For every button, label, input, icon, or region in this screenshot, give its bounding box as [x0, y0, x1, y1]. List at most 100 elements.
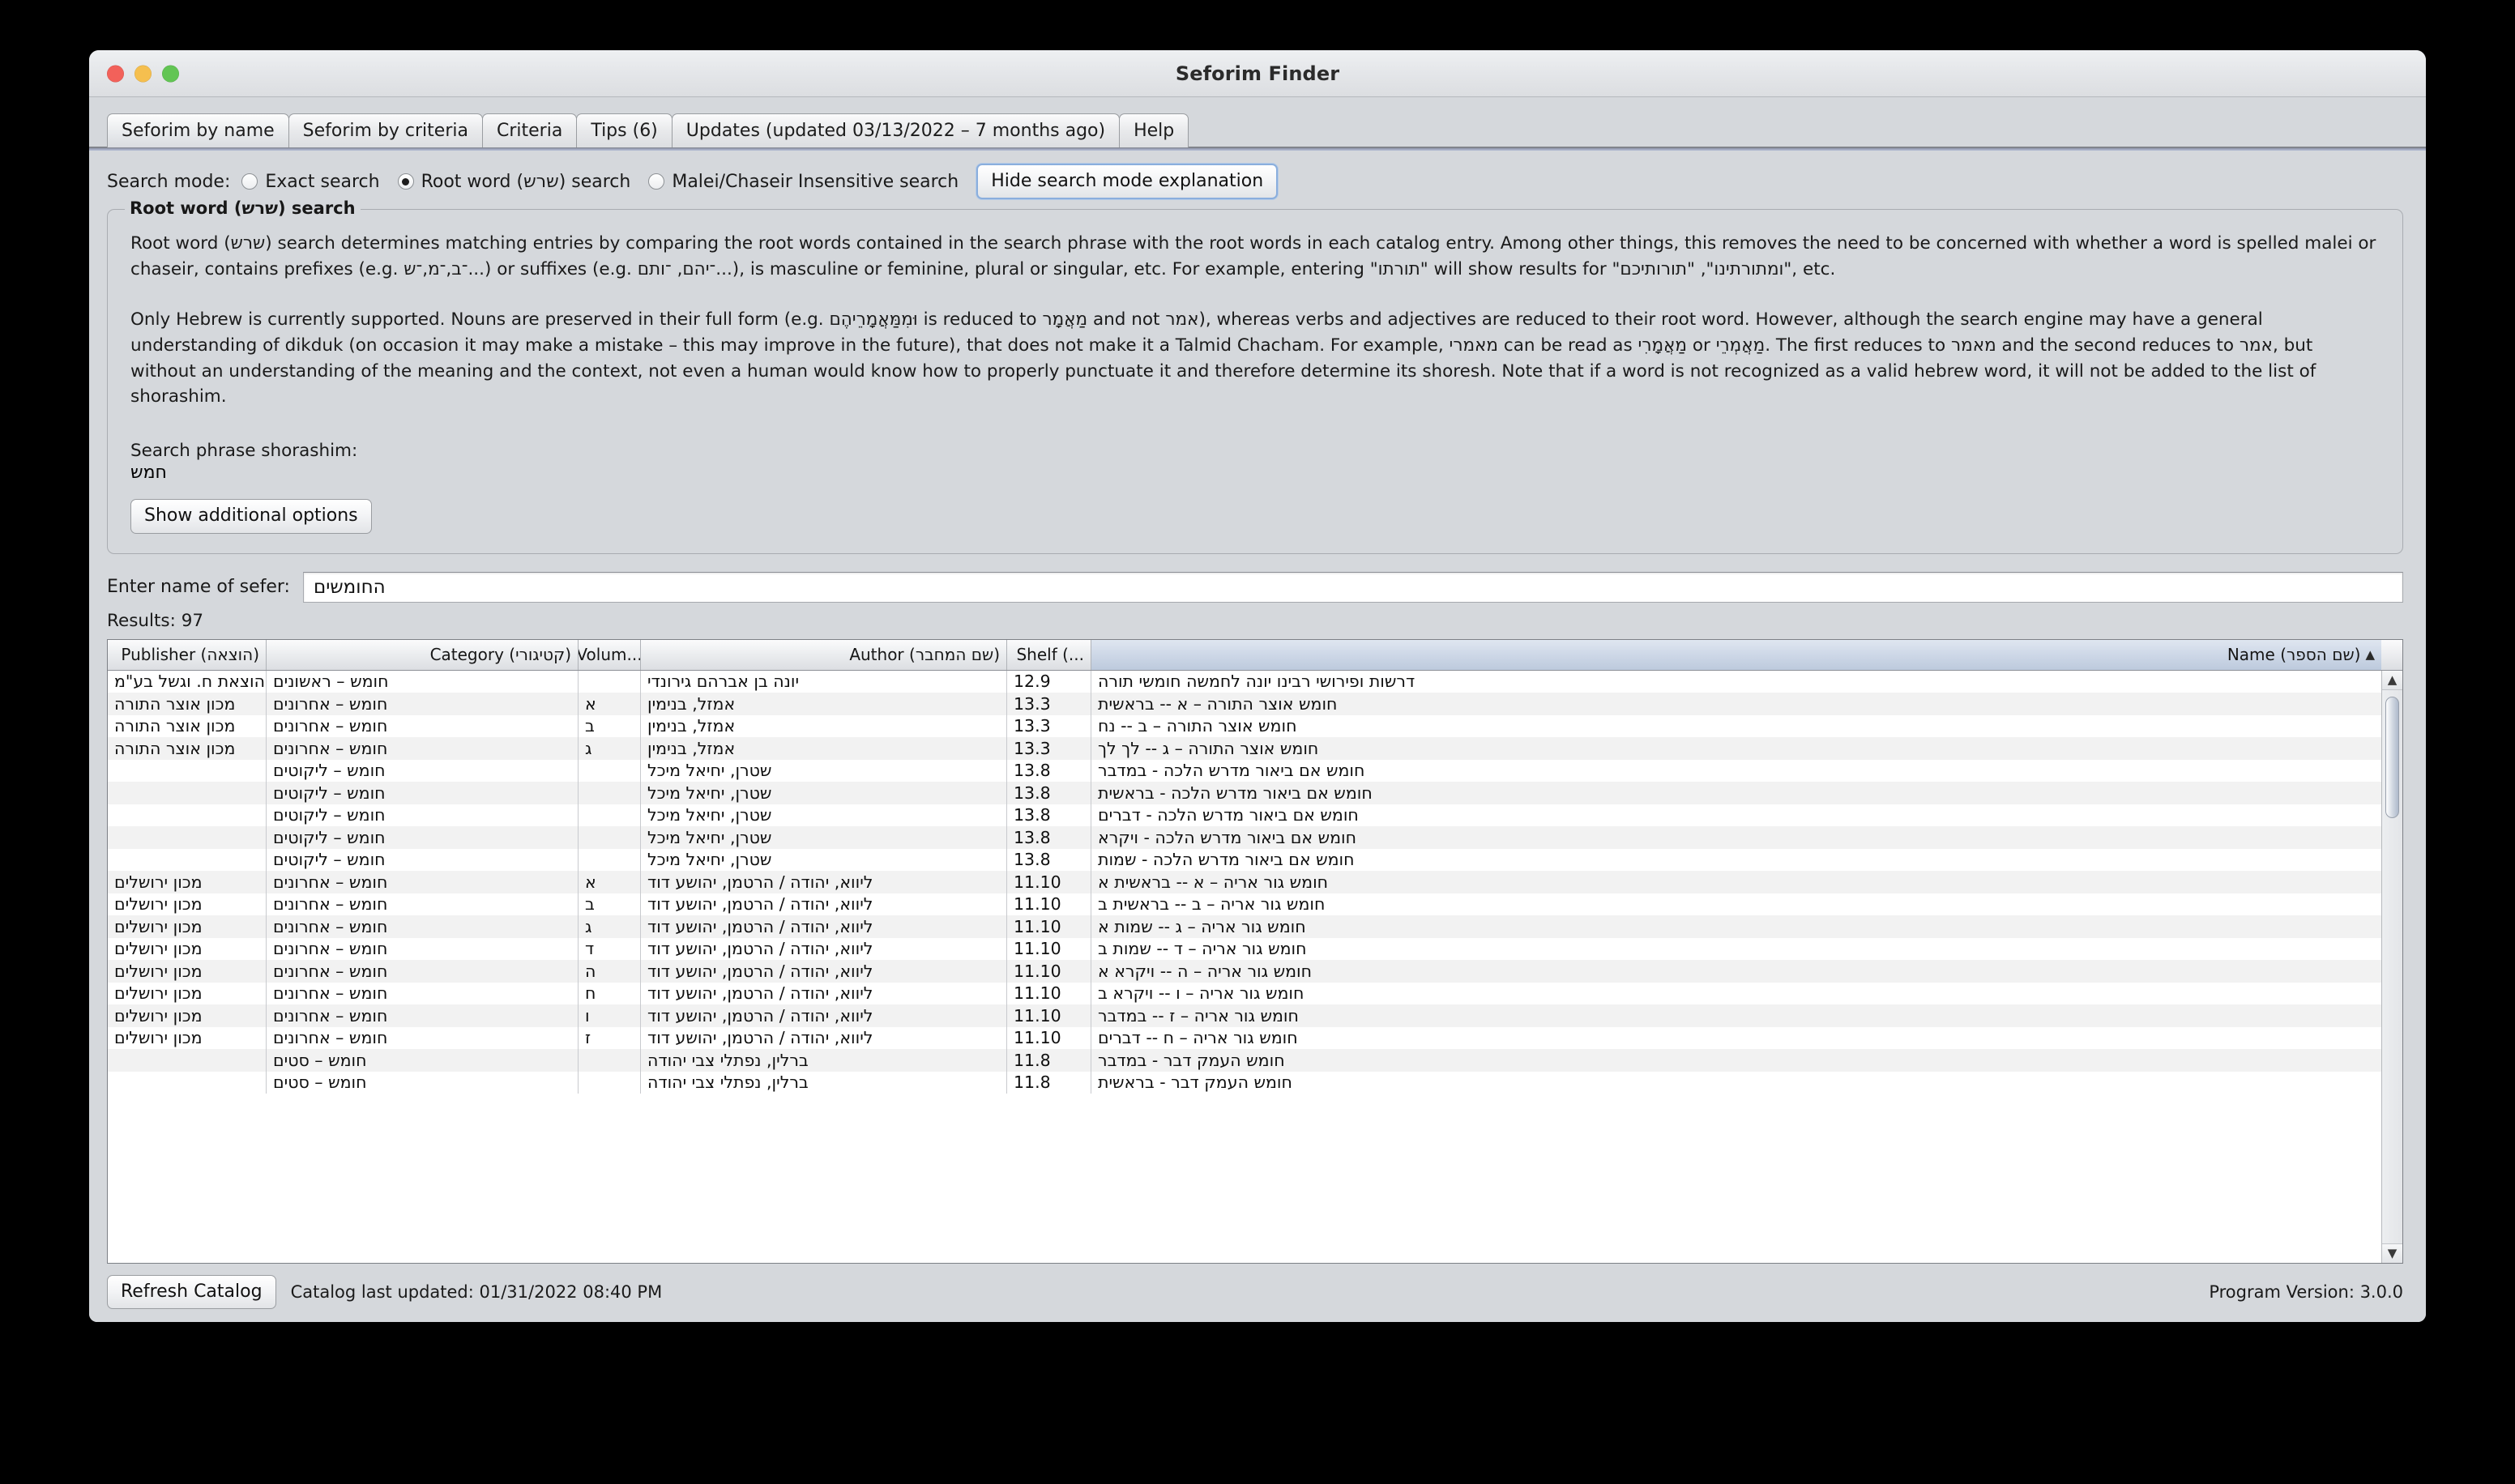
table-row[interactable]: חומש – סטים ברלין, נפתלי צבי יהודה 11.8 חומ…	[108, 1049, 2402, 1072]
cell-shelf: 11.10	[1007, 1004, 1091, 1027]
cell-publisher: מכון אוצר התורה	[108, 714, 267, 738]
cell-volume	[579, 804, 641, 827]
table-row[interactable]: מכון אוצר התורה חומש – אחרונים ב אמזל, בנימ…	[108, 714, 2402, 738]
hide-search-mode-explanation-button[interactable]: Hide search mode explanation	[976, 164, 1279, 200]
scroll-up-icon[interactable]: ▲	[2382, 670, 2402, 690]
column-header-author[interactable]: Author (שם המחבר)	[641, 639, 1007, 670]
radio-icon-selected	[397, 173, 414, 190]
search-mode-explanation-panel: Root word (שרש) search Root word (שרש) s…	[107, 198, 2403, 554]
cell-name: חומש אוצר התורה – א -- בראשית	[1098, 693, 1338, 714]
cell-author: שטרן, יחיאל מיכל	[641, 848, 1007, 872]
shorashim-label: Search phrase shorashim:	[130, 441, 358, 462]
cell-name: חומש אם ביאור מדרש הלכה - דברים	[1098, 805, 1359, 825]
tab-label: Help	[1134, 121, 1175, 141]
cell-category: חומש – אחרונים	[267, 1026, 579, 1050]
table-row[interactable]: הוצאת ח. וגשל בע"מ חומש – ראשונים יונה בן …	[108, 670, 2402, 693]
cell-category: חומש – אחרונים	[267, 1004, 579, 1027]
cell-publisher: מכון ירושלים	[108, 1026, 267, 1050]
cell-category: חומש – ליקוטים	[267, 759, 579, 783]
column-header-name[interactable]: Name (שם הספר) ▲	[1091, 639, 2381, 670]
table-row[interactable]: מכון ירושלים חומש – אחרונים א ליווא, יהודה …	[108, 871, 2402, 893]
cell-author: ליווא, יהודה / הרטמן, יהושע דוד	[641, 1026, 1007, 1050]
table-body: הוצאת ח. וגשל בע"מ חומש – ראשונים יונה בן …	[108, 670, 2402, 1263]
app-window: Seforim Finder Seforim by name Seforim b…	[89, 50, 2426, 1322]
cell-category: חומש – ליקוטים	[267, 804, 579, 827]
cell-publisher	[108, 1049, 267, 1072]
search-mode-row: Search mode: Exact search Root word (שרש…	[89, 151, 2426, 200]
table-row[interactable]: מכון ירושלים חומש – אחרונים ה ליווא, יהודה …	[108, 960, 2402, 983]
cell-author: ברלין, נפתלי צבי יהודה	[641, 1049, 1007, 1072]
cell-volume: ח	[579, 982, 641, 1005]
tab-label: Tips (6)	[591, 121, 658, 141]
cell-shelf: 13.3	[1007, 693, 1091, 715]
table-row[interactable]: חומש – ליקוטים שטרן, יחיאל מיכל 13.8 חומש א…	[108, 782, 2402, 804]
cell-publisher: מכון ירושלים	[108, 960, 267, 983]
cell-shelf: 13.8	[1007, 759, 1091, 783]
cell-name: חומש גור אריה – ו -- ויקרא ב	[1098, 983, 1304, 1004]
table-row[interactable]: חומש – ליקוטים שטרן, יחיאל מיכל 13.8 חומש א…	[108, 848, 2402, 872]
cell-shelf: 11.10	[1007, 960, 1091, 983]
table-row[interactable]: חומש – סטים ברלין, נפתלי צבי יהודה 11.8 חומ…	[108, 1071, 2402, 1094]
cell-shelf: 12.9	[1007, 670, 1091, 693]
tab-tips[interactable]: Tips (6)	[576, 113, 673, 147]
show-additional-options-button[interactable]: Show additional options	[130, 499, 372, 534]
tab-seforim-by-criteria[interactable]: Seforim by criteria	[288, 113, 483, 147]
tab-label: Seforim by criteria	[302, 121, 468, 141]
radio-exact-search[interactable]: Exact search	[241, 171, 380, 192]
tab-help[interactable]: Help	[1119, 113, 1189, 147]
table-row[interactable]: מכון ירושלים חומש – אחרונים ז ליווא, יהודה …	[108, 1026, 2402, 1050]
cell-author: ליווא, יהודה / הרטמן, יהושע דוד	[641, 937, 1007, 961]
cell-author: שטרן, יחיאל מיכל	[641, 782, 1007, 804]
table-row[interactable]: מכון אוצר התורה חומש – אחרונים א אמזל, בנימ…	[108, 693, 2402, 715]
tab-criteria[interactable]: Criteria	[481, 113, 578, 147]
sefer-search-row: Enter name of sefer: החומשים	[89, 554, 2426, 603]
radio-label: Exact search	[265, 171, 380, 192]
table-row[interactable]: מכון ירושלים חומש – אחרונים ד ליווא, יהודה …	[108, 937, 2402, 961]
column-label: Publisher (הוצאה)	[121, 645, 259, 665]
tab-updates[interactable]: Updates (updated 03/13/2022 – 7 months a…	[671, 113, 1121, 147]
table-row[interactable]: חומש – ליקוטים שטרן, יחיאל מיכל 13.8 חומש א…	[108, 804, 2402, 827]
scroll-down-icon[interactable]: ▼	[2382, 1243, 2402, 1263]
cell-volume: ב	[579, 714, 641, 738]
cell-shelf: 11.10	[1007, 893, 1091, 916]
cell-author: יונה בן אברהם גירונדי	[641, 670, 1007, 693]
column-header-publisher[interactable]: Publisher (הוצאה)	[108, 639, 267, 670]
tab-seforim-by-name[interactable]: Seforim by name	[107, 113, 289, 147]
cell-name: חומש גור אריה – ז -- במדבר	[1098, 1005, 1299, 1026]
cell-publisher: מכון ירושלים	[108, 1004, 267, 1027]
cell-shelf: 11.10	[1007, 982, 1091, 1005]
table-row[interactable]: מכון ירושלים חומש – אחרונים ב ליווא, יהודה …	[108, 893, 2402, 916]
cell-category: חומש – סטים	[267, 1071, 579, 1094]
table-row[interactable]: חומש – ליקוטים שטרן, יחיאל מיכל 13.8 חומש א…	[108, 826, 2402, 849]
cell-shelf: 11.10	[1007, 871, 1091, 893]
cell-category: חומש – אחרונים	[267, 960, 579, 983]
window-body: Seforim by name Seforim by criteria Crit…	[89, 97, 2426, 1322]
cell-volume: ג	[579, 737, 641, 760]
scrollbar-track[interactable]	[2382, 690, 2402, 1243]
window-title: Seforim Finder	[1175, 62, 1340, 85]
table-row[interactable]: מכון ירושלים חומש – אחרונים ח ליווא, יהודה …	[108, 982, 2402, 1005]
cell-shelf: 13.3	[1007, 714, 1091, 738]
column-header-shelf[interactable]: Shelf (...	[1007, 639, 1091, 670]
radio-malei-chaseir-search[interactable]: Malei/Chaseir Insensitive search	[648, 172, 959, 192]
cell-author: שטרן, יחיאל מיכל	[641, 759, 1007, 783]
sefer-name-input[interactable]: החומשים	[302, 571, 2403, 603]
table-row[interactable]: מכון ירושלים חומש – אחרונים ו ליווא, יהודה …	[108, 1004, 2402, 1027]
cell-shelf: 13.8	[1007, 848, 1091, 872]
table-row[interactable]: מכון אוצר התורה חומש – אחרונים ג אמזל, בנימ…	[108, 737, 2402, 760]
tab-bar: Seforim by name Seforim by criteria Crit…	[89, 97, 2426, 147]
cell-name: חומש אם ביאור מדרש הלכה - ויקרא	[1098, 827, 1357, 847]
cell-name: חומש אם ביאור מדרש הלכה - שמות	[1098, 850, 1355, 870]
table-row[interactable]: מכון ירושלים חומש – אחרונים ג ליווא, יהודה …	[108, 915, 2402, 938]
cell-volume: ג	[579, 915, 641, 938]
refresh-catalog-button[interactable]: Refresh Catalog	[107, 1274, 276, 1309]
cell-category: חומש – ליקוטים	[267, 848, 579, 872]
scrollbar-thumb[interactable]	[2385, 696, 2399, 818]
table-row[interactable]: חומש – ליקוטים שטרן, יחיאל מיכל 13.8 חומש א…	[108, 759, 2402, 783]
radio-root-word-search[interactable]: Root word (שרש) search	[397, 172, 630, 192]
column-header-volume[interactable]: Volum...	[579, 639, 641, 670]
radio-icon	[241, 173, 258, 190]
column-header-category[interactable]: Category (קטיגורי)	[267, 639, 579, 670]
cell-category: חומש – אחרונים	[267, 982, 579, 1005]
table-vertical-scrollbar[interactable]: ▲ ▼	[2381, 670, 2402, 1263]
